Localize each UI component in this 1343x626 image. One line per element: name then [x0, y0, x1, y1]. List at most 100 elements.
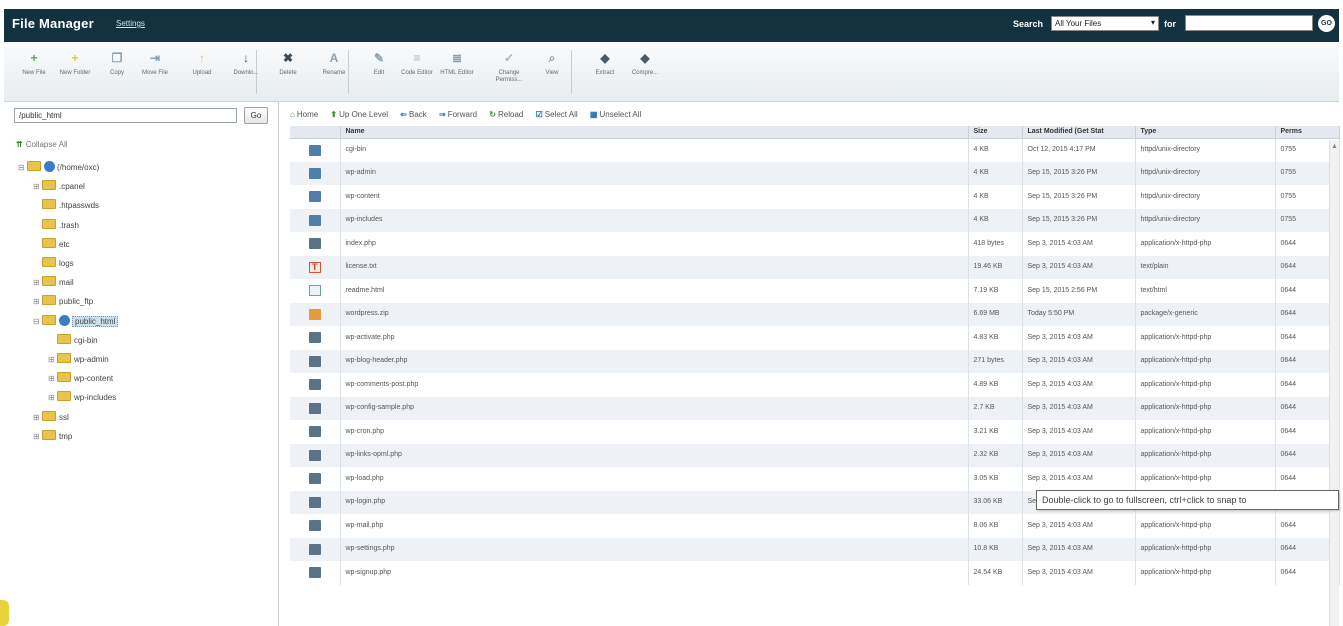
extract-button[interactable]: ◆ Extract [585, 49, 625, 77]
tree-item-logs[interactable]: logs [33, 256, 74, 272]
expand-toggle-icon[interactable]: ⊞ [33, 294, 42, 310]
file-name[interactable]: wp-login.php [340, 490, 969, 514]
tree-item-public-ftp[interactable]: ⊞ public_ftp [33, 294, 93, 310]
table-row[interactable]: wp-activate.php 4.83 KB Sep 3, 2015 4:03 A… [290, 326, 1340, 350]
table-row[interactable]: Tlicense.txt 19.46 KB Sep 3, 2015 4:03 AM t… [290, 255, 1340, 279]
expand-toggle-icon[interactable]: ⊞ [48, 390, 57, 406]
file-name[interactable]: wp-admin [340, 161, 969, 185]
path-input[interactable]: /public_html [14, 108, 237, 123]
tree-item-wp-admin[interactable]: ⊞ wp-admin [48, 352, 109, 368]
settings-link[interactable]: Settings [116, 19, 145, 28]
home-button[interactable]: ⌂ Home [290, 104, 318, 126]
table-row[interactable]: cgi-bin 4 KB Oct 12, 2015 4:17 PM httpd/uni… [290, 138, 1340, 162]
tree-item-cgi-bin[interactable]: cgi-bin [48, 333, 98, 349]
new-file-button[interactable]: + New File [14, 49, 54, 77]
file-name[interactable]: wp-activate.php [340, 326, 969, 350]
tree-item-mail[interactable]: ⊞ mail [33, 275, 74, 291]
file-name[interactable]: cgi-bin [340, 138, 969, 162]
table-row[interactable]: readme.html 7.19 KB Sep 15, 2015 2:56 PM te… [290, 279, 1340, 303]
move-file-button[interactable]: ⇥ Move File [135, 49, 175, 77]
tree-item-public-html[interactable]: ⊟ public_html [33, 314, 119, 330]
expand-toggle-icon[interactable]: ⊞ [33, 179, 42, 195]
table-row[interactable]: wp-comments-post.php 4.89 KB Sep 3, 2015 4… [290, 373, 1340, 397]
downlo-button[interactable]: ↓ Downlo... [226, 49, 266, 77]
table-row[interactable]: wp-config-sample.php 2.7 KB Sep 3, 2015 4:… [290, 396, 1340, 420]
search-go-button[interactable]: GO [1318, 15, 1335, 32]
table-row[interactable]: wp-links-opml.php 2.32 KB Sep 3, 2015 4:03… [290, 443, 1340, 467]
table-row[interactable]: wp-signup.php 24.54 KB Sep 3, 2015 4:03 AM… [290, 561, 1340, 585]
scroll-up-icon[interactable]: ▲ [1331, 143, 1338, 150]
html-editor-button[interactable]: ≣ HTML Editor [437, 49, 477, 77]
table-row[interactable]: wordpress.zip 6.69 MB Today 5:50 PM package… [290, 302, 1340, 326]
code-editor-button[interactable]: ≡ Code Editor [397, 49, 437, 77]
tree-item-ssl[interactable]: ⊞ ssl [33, 410, 69, 426]
table-row[interactable]: wp-blog-header.php 271 bytes Sep 3, 2015 4… [290, 349, 1340, 373]
file-name[interactable]: wp-includes [340, 208, 969, 232]
table-row[interactable]: wp-includes 4 KB Sep 15, 2015 3:26 PM httpd… [290, 208, 1340, 232]
expand-toggle-icon[interactable]: ⊞ [48, 371, 57, 387]
expand-toggle-icon[interactable]: ⊞ [33, 429, 42, 445]
change-permiss-button[interactable]: ✓ Change Permiss... [489, 49, 529, 84]
select-all-button[interactable]: ☑ Select All [536, 104, 578, 126]
file-name[interactable]: license.txt [340, 255, 969, 279]
vertical-scrollbar[interactable] [1329, 140, 1339, 626]
tree-item-trash[interactable]: .trash [33, 218, 79, 234]
file-icon-cell [290, 420, 341, 444]
table-row[interactable]: wp-settings.php 10.8 KB Sep 3, 2015 4:03 A… [290, 537, 1340, 561]
table-row[interactable]: wp-admin 4 KB Sep 15, 2015 3:26 PM httpd/un… [290, 161, 1340, 185]
copy-button[interactable]: ❐ Copy [97, 49, 137, 77]
compre-button[interactable]: ◆ Compre... [625, 49, 665, 77]
table-row[interactable]: wp-mail.php 8.06 KB Sep 3, 2015 4:03 AM app… [290, 514, 1340, 538]
collapse-all-link[interactable]: ⇈ Collapse All [16, 140, 68, 149]
file-name[interactable]: wp-content [340, 185, 969, 209]
type-column-header[interactable]: Type [1135, 126, 1276, 139]
tree-item-etc[interactable]: etc [33, 237, 70, 253]
file-name[interactable]: readme.html [340, 279, 969, 303]
table-row[interactable]: wp-cron.php 3.21 KB Sep 3, 2015 4:03 AM app… [290, 420, 1340, 444]
expand-toggle-icon[interactable]: ⊞ [33, 275, 42, 291]
tree-item-wp-includes[interactable]: ⊞ wp-includes [48, 390, 116, 406]
unselect-all-button[interactable]: ▦ Unselect All [590, 104, 641, 126]
file-name[interactable]: wp-settings.php [340, 537, 969, 561]
file-name[interactable]: index.php [340, 232, 969, 256]
new-folder-button[interactable]: + New Folder [55, 49, 95, 77]
search-scope-select[interactable]: All Your Files ▾ [1051, 16, 1159, 31]
edit-button[interactable]: ✎ Edit [359, 49, 399, 77]
table-row[interactable]: wp-load.php 3.05 KB Sep 3, 2015 4:03 AM app… [290, 467, 1340, 491]
file-name[interactable]: wp-config-sample.php [340, 396, 969, 420]
reload-button[interactable]: ↻ Reload [489, 104, 523, 126]
tree-item-cpanel[interactable]: ⊞ .cpanel [33, 179, 85, 195]
file-name[interactable]: wp-load.php [340, 467, 969, 491]
perms-column-header[interactable]: Perms [1275, 126, 1340, 139]
back-button[interactable]: ⇐ Back [400, 104, 427, 126]
forward-button[interactable]: ⇒ Forward [439, 104, 477, 126]
expand-toggle-icon[interactable]: ⊞ [48, 352, 57, 368]
last-modified-column-header[interactable]: Last Modified (Get Stat [1022, 126, 1136, 139]
delete-button[interactable]: ✖ Delete [268, 49, 308, 77]
collapse-toggle-icon[interactable]: ⊟ [18, 160, 27, 176]
file-name[interactable]: wp-signup.php [340, 561, 969, 585]
file-name[interactable]: wp-mail.php [340, 514, 969, 538]
collapse-toggle-icon[interactable]: ⊟ [33, 314, 42, 330]
table-row[interactable]: index.php 418 bytes Sep 3, 2015 4:03 AM app… [290, 232, 1340, 256]
view-button[interactable]: ⌕ View [532, 49, 572, 77]
file-name[interactable]: wordpress.zip [340, 302, 969, 326]
folder-icon [42, 257, 56, 267]
table-row[interactable]: wp-content 4 KB Sep 15, 2015 3:26 PM httpd/… [290, 185, 1340, 209]
name-column-header[interactable]: Name [340, 126, 969, 139]
file-name[interactable]: wp-comments-post.php [340, 373, 969, 397]
search-input[interactable] [1185, 15, 1313, 31]
expand-toggle-icon[interactable]: ⊞ [33, 410, 42, 426]
path-go-button[interactable]: Go [244, 107, 268, 124]
tree-item-tmp[interactable]: ⊞ tmp [33, 429, 72, 445]
size-column-header[interactable]: Size [968, 126, 1023, 139]
file-name[interactable]: wp-links-opml.php [340, 443, 969, 467]
file-name[interactable]: wp-cron.php [340, 420, 969, 444]
tree-item-home-oxc[interactable]: ⊟ (/home/oxc) [18, 160, 99, 176]
upload-button[interactable]: ↑ Upload [182, 49, 222, 77]
up-one-level-button[interactable]: ⬆ Up One Level [330, 104, 388, 126]
tree-item-wp-content[interactable]: ⊞ wp-content [48, 371, 113, 387]
icon-column-header[interactable] [290, 126, 341, 139]
file-name[interactable]: wp-blog-header.php [340, 349, 969, 373]
tree-item-htpasswds[interactable]: .htpasswds [33, 198, 99, 214]
